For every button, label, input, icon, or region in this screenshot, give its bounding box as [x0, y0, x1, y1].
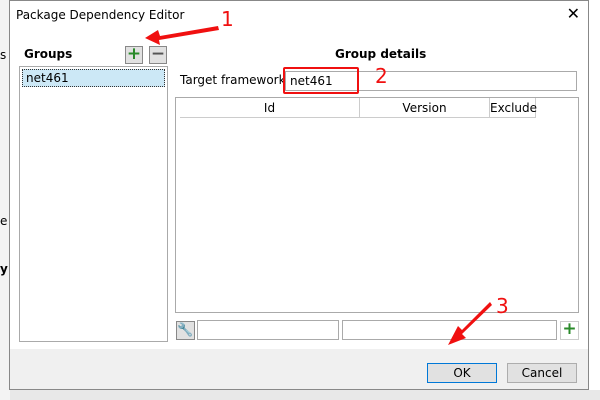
- annotation-number-3: 3: [496, 294, 509, 318]
- arrow-1: [145, 26, 219, 45]
- annotation-number-1: 1: [221, 7, 234, 31]
- annotation-arrows: [145, 26, 492, 345]
- arrow-3: [448, 302, 492, 345]
- annotation-number-2: 2: [375, 64, 388, 88]
